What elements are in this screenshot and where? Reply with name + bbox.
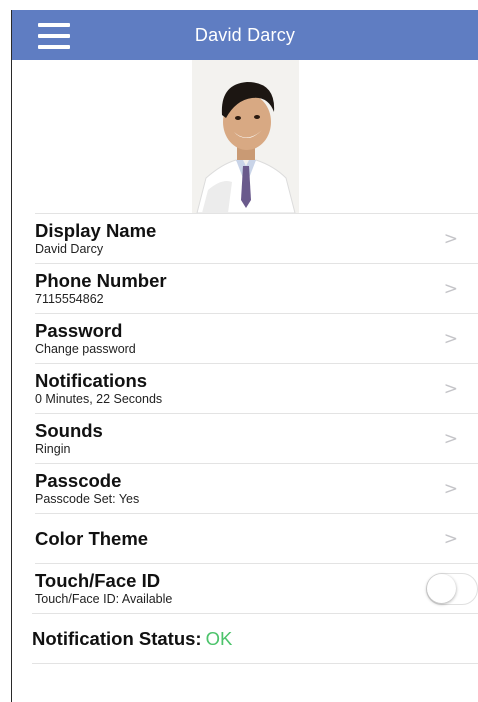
settings-row-display-name[interactable]: Display Name David Darcy >	[35, 213, 478, 263]
chevron-right-icon: >	[443, 428, 458, 449]
row-title: Password	[35, 320, 123, 341]
page-title: David Darcy	[194, 24, 296, 45]
settings-row-notifications[interactable]: Notifications 0 Minutes, 22 Seconds >	[35, 363, 478, 413]
row-title: Touch/Face ID	[35, 570, 161, 591]
avatar-container	[12, 60, 478, 213]
chevron-right-icon: >	[443, 328, 458, 349]
header-bar: David Darcy	[12, 10, 478, 60]
notification-status-value: OK	[205, 627, 233, 649]
row-title: Passcode	[35, 470, 122, 491]
hamburger-menu-icon[interactable]	[38, 23, 70, 49]
row-subtitle: Passcode Set: Yes	[35, 492, 140, 506]
chevron-right-icon: >	[443, 478, 458, 499]
row-subtitle: 7115554862	[35, 292, 104, 306]
row-subtitle: Change password	[35, 342, 136, 356]
row-subtitle: Ringin	[35, 442, 71, 456]
settings-row-touch-face-id: Touch/Face ID Touch/Face ID: Available	[35, 563, 478, 613]
row-title: Color Theme	[35, 528, 149, 549]
divider	[32, 663, 478, 664]
app-frame: David Darcy Display Name David Darcy > P…	[11, 10, 478, 702]
row-subtitle: David Darcy	[35, 242, 104, 256]
settings-list: Display Name David Darcy > Phone Number …	[35, 213, 478, 613]
notification-status-label: Notification Status:	[32, 627, 202, 649]
toggle-knob	[427, 573, 456, 603]
row-title: Display Name	[35, 220, 157, 241]
chevron-right-icon: >	[443, 378, 458, 399]
settings-row-phone-number[interactable]: Phone Number 7115554862 >	[35, 263, 478, 313]
avatar	[191, 60, 299, 213]
settings-row-passcode[interactable]: Passcode Passcode Set: Yes >	[35, 463, 478, 513]
settings-row-password[interactable]: Password Change password >	[35, 313, 478, 363]
row-subtitle: 0 Minutes, 22 Seconds	[35, 392, 163, 406]
settings-row-color-theme[interactable]: Color Theme >	[35, 513, 478, 563]
row-title: Phone Number	[35, 270, 167, 291]
row-subtitle: Touch/Face ID: Available	[35, 592, 173, 606]
row-title: Notifications	[35, 370, 148, 391]
touch-face-id-toggle[interactable]	[426, 572, 478, 605]
chevron-right-icon: >	[443, 528, 458, 549]
notification-status-row: Notification Status: OK	[32, 613, 478, 663]
chevron-right-icon: >	[443, 278, 458, 299]
row-title: Sounds	[35, 420, 103, 441]
chevron-right-icon: >	[443, 228, 458, 249]
settings-row-sounds[interactable]: Sounds Ringin >	[35, 413, 478, 463]
